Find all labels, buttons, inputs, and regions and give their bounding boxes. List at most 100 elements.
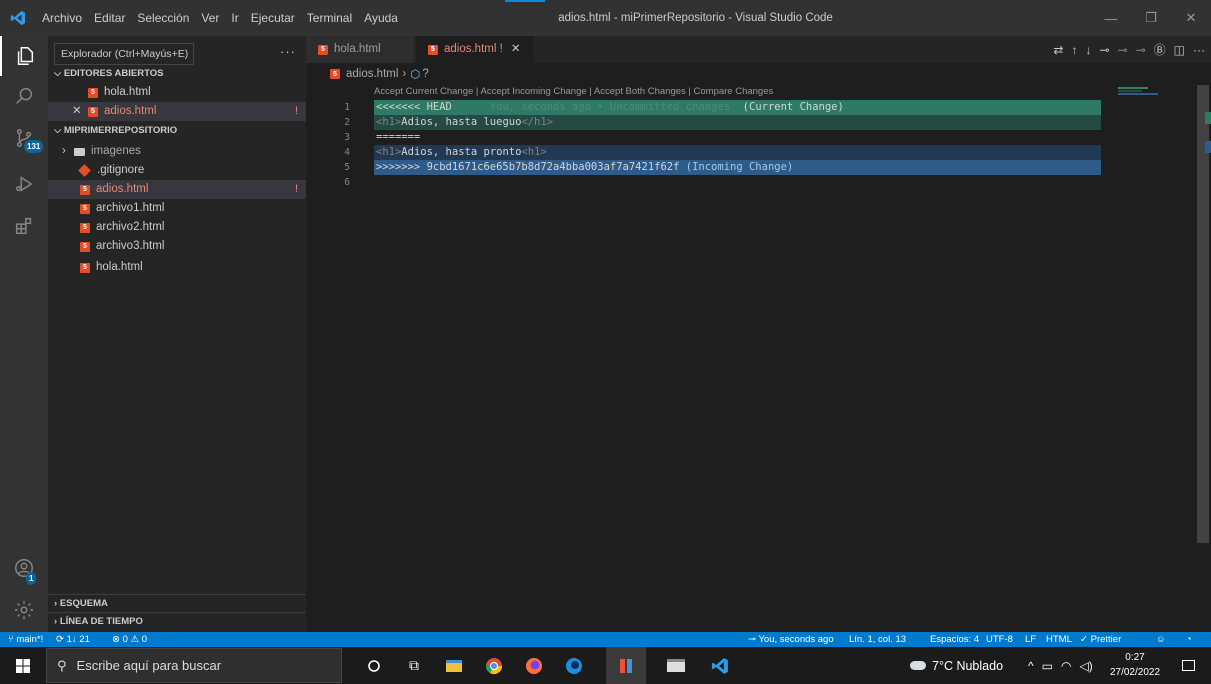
git-gui-icon[interactable] [606,647,646,684]
volume-icon[interactable]: ◁) [1079,659,1092,673]
eol-status[interactable]: LF [1025,632,1036,647]
breadcrumb-symbol[interactable]: ? [422,68,428,80]
window-controls: — ❐ ✕ [1091,0,1211,36]
merge-conflict-codelens[interactable]: Accept Current Change | Accept Incoming … [374,85,773,99]
chevron-right-icon: › [62,145,66,157]
tab-adios[interactable]: 5 adios.html ! ✕ [416,36,534,63]
outline-header[interactable]: › ESQUEMA [48,594,306,612]
taskbar-search-input[interactable]: ⚲ Escribe aquí para buscar [46,648,342,683]
menu-seleccion[interactable]: Selección [131,0,195,36]
editor-actions: ⇄ ↑ ↓ ⊸ ⊸ ⊸ Ⓑ ◫ ··· [1053,36,1205,63]
cursor-position[interactable]: Lín. 1, col. 13 [849,632,906,647]
breadcrumb-file[interactable]: adios.html [346,68,398,80]
menu-ayuda[interactable]: Ayuda [358,0,404,36]
repo-header[interactable]: ⌵ MIPRIMERREPOSITORIO [48,122,306,140]
firefox-icon[interactable] [514,647,554,684]
split-editor-icon[interactable]: ◫ [1174,43,1185,57]
next-change-icon[interactable]: ⊸ [1136,43,1146,57]
taskbar-clock[interactable]: 0:27 27/02/2022 [1105,650,1165,680]
explorer-icon[interactable] [0,36,48,76]
source-control-icon[interactable]: 131 [0,118,48,158]
blame-toggle-icon[interactable]: Ⓑ [1154,41,1166,58]
scrollbar-thumb[interactable] [1197,85,1209,543]
incoming-change-header: >>>>>>> 9cbd1671c6e65b7b8d72a4bba003af7a… [374,160,1101,175]
blame-status[interactable]: ⊸ You, seconds ago [748,632,834,647]
feedback-icon[interactable]: ☺ [1156,632,1166,647]
tab-hola[interactable]: 5 hola.html [306,36,414,63]
editor-scrollbar[interactable] [1197,85,1211,632]
minimize-button[interactable]: — [1091,0,1131,36]
wifi-icon[interactable]: ◠ [1061,659,1071,673]
breadcrumb-separator-icon: › [402,68,407,80]
more-actions-icon[interactable]: ··· [280,44,296,59]
html5-icon: 5 [80,203,90,214]
previous-change-icon[interactable]: ⊸ [1118,43,1128,57]
sync-status[interactable]: ⟳ 1↓ 21 [56,632,90,647]
prettier-status[interactable]: ✓ Prettier [1080,632,1121,647]
maximize-button[interactable]: ❐ [1131,0,1171,36]
task-view-icon[interactable]: ⧉ [394,647,434,684]
timeline-header[interactable]: › LÍNEA DE TIEMPO [48,612,306,630]
extensions-icon[interactable] [0,206,48,246]
overview-ruler-incoming [1205,141,1211,153]
open-editors-header[interactable]: ⌵ EDITORES ABIERTOS [48,65,306,83]
search-icon[interactable] [0,76,48,116]
weather-widget[interactable]: 7°C Nublado [910,647,1003,684]
open-editor-item-hola[interactable]: 5 hola.html [48,83,306,102]
manage-gear-icon[interactable] [0,590,48,630]
tree-file-archivo2[interactable]: 5 archivo2.html [48,218,306,237]
menu-ejecutar[interactable]: Ejecutar [245,0,301,36]
git-commit-icon[interactable]: ⊸ [1099,43,1109,57]
tree-file-adios[interactable]: 5 adios.html! [48,180,306,199]
close-editor-icon[interactable]: ✕ [72,102,88,121]
accounts-icon[interactable]: 1 [0,548,48,588]
file-explorer-icon[interactable] [434,647,474,684]
tree-folder-imagenes[interactable]: › imagenes [48,142,306,161]
menu-archivo[interactable]: Archivo [36,0,88,36]
chrome-icon[interactable] [474,647,514,684]
html5-icon: 5 [318,44,328,55]
line-number: 4 [344,147,350,158]
tree-file-archivo3[interactable]: 5 archivo3.html [48,237,306,256]
problems-status[interactable]: ⊗ 0 ⚠ 0 [112,632,147,647]
code-line: 6 [306,175,1211,190]
close-button[interactable]: ✕ [1171,0,1211,36]
arrow-up-icon[interactable]: ↑ [1071,43,1077,57]
notification-center-icon[interactable] [1168,647,1208,684]
windows-taskbar: ⚲ Escribe aquí para buscar ⧉ 7°C Nublado… [0,647,1211,684]
modified-mark: ! [294,183,298,195]
language-status[interactable]: HTML [1046,632,1072,647]
tree-file-gitignore[interactable]: .gitignore [48,161,306,180]
arrow-down-icon[interactable]: ↓ [1085,43,1091,57]
close-tab-icon[interactable]: ✕ [511,36,521,63]
terminal-icon[interactable] [656,647,696,684]
notifications-bell-icon[interactable]: ◔ [1186,632,1192,647]
encoding-status[interactable]: UTF-8 [986,632,1013,647]
more-actions-icon[interactable]: ··· [1193,43,1205,57]
vscode-logo-icon [0,0,36,36]
editor-tab-bar: 5 hola.html 5 adios.html ! ✕ ⇄ ↑ ↓ ⊸ ⊸ ⊸ Ⓑ… [306,36,1211,63]
run-debug-icon[interactable] [0,164,48,204]
chevron-up-icon[interactable]: ^ [1028,659,1034,673]
tree-file-hola[interactable]: 5 hola.html [48,258,306,277]
title-accent-bar [505,0,545,2]
windows-start-icon[interactable] [0,647,46,684]
vscode-taskbar-icon[interactable] [700,647,740,684]
minimap[interactable] [1114,85,1194,632]
overview-ruler-current [1205,112,1211,124]
branch-status[interactable]: ⑂ main*! [8,632,43,647]
menu-terminal[interactable]: Terminal [301,0,358,36]
indentation-status[interactable]: Espacios: 4 [930,632,979,647]
open-changes-icon[interactable]: ⇄ [1053,43,1063,57]
line-number: 3 [344,132,350,143]
menu-ver[interactable]: Ver [195,0,225,36]
open-editor-item-adios[interactable]: ✕ 5 adios.html! [48,102,306,121]
firefox-dev-icon[interactable] [554,647,594,684]
html5-icon: 5 [80,222,90,233]
code-editor[interactable]: Accept Current Change | Accept Incoming … [306,85,1211,632]
cortana-icon[interactable] [354,647,394,684]
menu-ir[interactable]: Ir [225,0,244,36]
battery-icon[interactable]: ▭ [1042,659,1053,673]
tree-file-archivo1[interactable]: 5 archivo1.html [48,199,306,218]
menu-editar[interactable]: Editar [88,0,131,36]
